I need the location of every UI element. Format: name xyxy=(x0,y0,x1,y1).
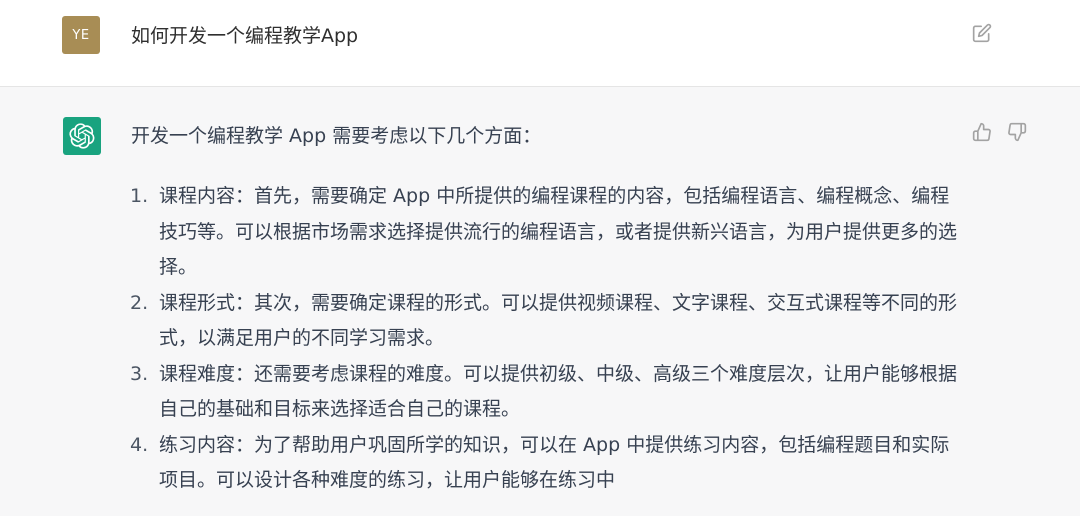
list-item-text: 课程形式：其次，需要确定课程的形式。可以提供视频课程、文字课程、交互式课程等不同… xyxy=(159,291,958,350)
edit-icon xyxy=(972,23,992,43)
assistant-message-row: 开发一个编程教学 App 需要考虑以下几个方面： 1. 课程内容：首先，需要确定… xyxy=(0,87,1080,516)
list-item-text: 练习内容：为了帮助用户巩固所学的知识，可以在 App 中提供练习内容，包括编程题… xyxy=(159,433,950,492)
openai-logo-icon xyxy=(69,123,95,149)
edit-button[interactable] xyxy=(970,21,994,45)
user-message-row: YE 如何开发一个编程教学App xyxy=(0,0,1080,87)
list-item-text: 课程难度：还需要考虑课程的难度。可以提供初级、中级、高级三个难度层次，让用户能够… xyxy=(159,362,958,421)
list-item-number: 4. xyxy=(130,433,149,456)
list-item-number: 3. xyxy=(130,362,149,385)
list-item-number: 1. xyxy=(130,185,149,207)
list-item-number: 2. xyxy=(130,291,149,314)
list-item: 3. 课程难度：还需要考虑课程的难度。可以提供初级、中级、高级三个难度层次，让用… xyxy=(130,357,960,428)
list-item-text: 课程内容：首先，需要确定 App 中所提供的编程课程的内容，包括编程语言、编程概… xyxy=(159,185,958,278)
thumbs-up-button[interactable] xyxy=(970,120,994,144)
list-item: 2. 课程形式：其次，需要确定课程的形式。可以提供视频课程、文字课程、交互式课程… xyxy=(130,286,960,357)
answer-list: 1. 课程内容：首先，需要确定 App 中所提供的编程课程的内容，包括编程语言、… xyxy=(130,179,960,499)
thumbs-up-icon xyxy=(972,122,991,142)
user-avatar: YE xyxy=(62,16,100,54)
thumbs-down-icon xyxy=(1008,122,1027,142)
list-item: 4. 练习内容：为了帮助用户巩固所学的知识，可以在 App 中提供练习内容，包括… xyxy=(130,428,960,499)
thumbs-down-button[interactable] xyxy=(1005,120,1029,144)
assistant-avatar xyxy=(63,117,101,155)
list-item: 1. 课程内容：首先，需要确定 App 中所提供的编程课程的内容，包括编程语言、… xyxy=(130,179,960,286)
user-message-text: 如何开发一个编程教学App xyxy=(131,25,359,47)
assistant-intro-text: 开发一个编程教学 App 需要考虑以下几个方面： xyxy=(131,125,542,147)
